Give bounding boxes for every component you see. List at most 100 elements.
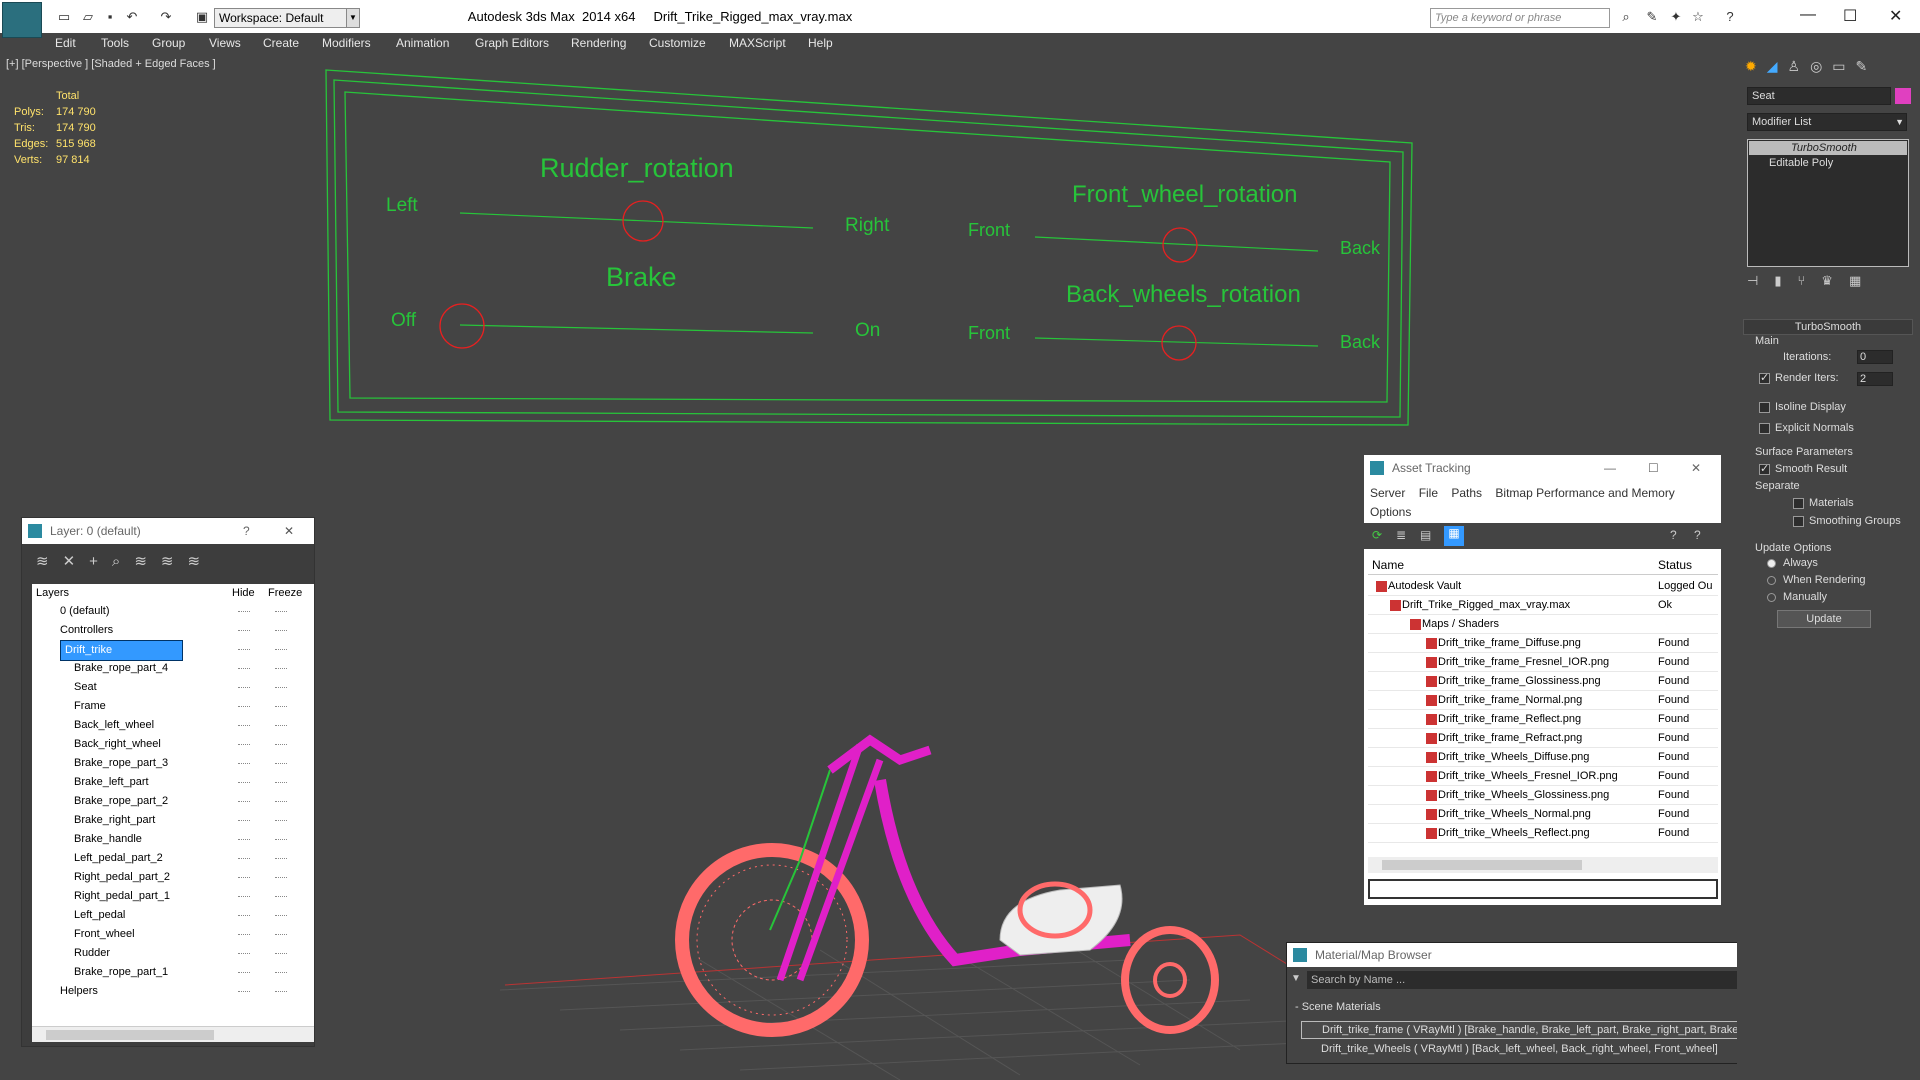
always-radio[interactable] xyxy=(1767,559,1776,568)
layer-scroll-thumb[interactable] xyxy=(46,1030,214,1040)
layer-toolbar[interactable]: ≋✕+⌕≋≋≋ xyxy=(36,552,214,570)
brake-handle[interactable] xyxy=(439,303,485,349)
display-tab-icon[interactable]: ▭ xyxy=(1832,58,1855,74)
create-tab-icon[interactable]: ✹ xyxy=(1745,58,1767,74)
layer-panel-titlebar[interactable]: Layer: 0 (default) ? ✕ xyxy=(22,518,314,544)
freeze-toggle[interactable] xyxy=(275,820,287,821)
layer-row[interactable]: Left_pedal_part_2 xyxy=(32,849,314,868)
layer-row[interactable]: Brake_right_part xyxy=(32,811,314,830)
asset-help2-icon[interactable]: ? xyxy=(1694,528,1701,542)
freeze-toggle[interactable] xyxy=(275,782,287,783)
asset-row[interactable]: Drift_trike_frame_Fresnel_IOR.png Found xyxy=(1368,653,1718,672)
freeze-toggle[interactable] xyxy=(275,877,287,878)
asset-row[interactable]: Maps / Shaders xyxy=(1368,615,1718,634)
asset-path-field[interactable] xyxy=(1368,879,1718,899)
asset-row[interactable]: Drift_trike_Wheels_Glossiness.png Found xyxy=(1368,786,1718,805)
asset-row[interactable]: Drift_trike_Wheels_Fresnel_IOR.png Found xyxy=(1368,767,1718,786)
layer-help-button[interactable]: ? xyxy=(243,518,250,544)
show-end-result-icon[interactable]: ▮ xyxy=(1774,273,1797,288)
layer-row[interactable]: Brake_handle xyxy=(32,830,314,849)
freeze-toggle[interactable] xyxy=(275,896,287,897)
asset-menu-paths[interactable]: Paths xyxy=(1451,486,1482,500)
hide-toggle[interactable] xyxy=(238,915,250,916)
col-status[interactable]: Status xyxy=(1658,555,1692,575)
manually-radio[interactable] xyxy=(1767,593,1776,602)
table-view-icon[interactable]: ▦ xyxy=(1444,526,1464,546)
asset-row[interactable]: Drift_trike_frame_Glossiness.png Found xyxy=(1368,672,1718,691)
layer-row[interactable]: Brake_left_part xyxy=(32,773,314,792)
maximize-button[interactable]: ☐ xyxy=(1843,6,1857,26)
freeze-toggle[interactable] xyxy=(275,611,287,612)
hide-toggle[interactable] xyxy=(238,972,250,973)
object-name-field[interactable]: Seat xyxy=(1747,87,1891,105)
hide-toggle[interactable] xyxy=(238,801,250,802)
smooth-result-checkbox[interactable]: ✓ xyxy=(1759,463,1770,475)
matb-options-icon[interactable]: ▼ xyxy=(1291,973,1301,984)
asset-titlebar[interactable]: Asset Tracking — ☐ ✕ xyxy=(1364,455,1721,481)
hide-toggle[interactable] xyxy=(238,668,250,669)
hide-toggle[interactable] xyxy=(238,934,250,935)
freeze-toggle[interactable] xyxy=(275,839,287,840)
layer-row[interactable]: Brake_rope_part_2 xyxy=(32,792,314,811)
hide-toggle[interactable] xyxy=(238,611,250,612)
freeze-toggle[interactable] xyxy=(275,706,287,707)
freeze-toggle[interactable] xyxy=(275,991,287,992)
layer-row[interactable]: Frame xyxy=(32,697,314,716)
hide-toggle[interactable] xyxy=(238,953,250,954)
asset-menu-options[interactable]: Options xyxy=(1370,505,1411,519)
add-to-layer-icon[interactable]: + xyxy=(89,553,112,570)
isoline-checkbox[interactable] xyxy=(1759,402,1770,413)
command-panel-tabs[interactable]: ✹◢♙◎▭✎ xyxy=(1745,58,1877,75)
hide-toggle[interactable] xyxy=(238,744,250,745)
layer-row[interactable]: Right_pedal_part_1 xyxy=(32,887,314,906)
freeze-toggle[interactable] xyxy=(275,763,287,764)
freeze-toggle[interactable] xyxy=(275,953,287,954)
matb-section-header[interactable]: - Scene Materials xyxy=(1295,1001,1381,1013)
stack-toolbar[interactable]: ⊣▮⑂♛▦ xyxy=(1747,273,1907,293)
iterations-spinner[interactable]: 0 xyxy=(1857,350,1893,364)
freeze-toggle[interactable] xyxy=(275,668,287,669)
pin-stack-icon[interactable]: ⊣ xyxy=(1747,273,1774,288)
asset-help-icon[interactable]: ? xyxy=(1670,528,1677,542)
modifier-stack[interactable]: TurboSmooth Editable Poly xyxy=(1747,139,1909,267)
thumbnail-view-icon[interactable]: ▤ xyxy=(1420,528,1431,542)
asset-row[interactable]: Autodesk Vault Logged Ou xyxy=(1368,577,1718,596)
layer-hscrollbar[interactable] xyxy=(32,1026,314,1042)
col-hide[interactable]: Hide xyxy=(232,584,255,602)
explicit-normals-checkbox[interactable] xyxy=(1759,423,1770,434)
asset-close-button[interactable]: ✕ xyxy=(1691,455,1701,481)
asset-row[interactable]: Drift_trike_frame_Refract.png Found xyxy=(1368,729,1718,748)
asset-scroll-thumb[interactable] xyxy=(1382,860,1582,870)
layer-row[interactable]: Brake_rope_part_4 xyxy=(32,659,314,678)
asset-row[interactable]: Drift_Trike_Rigged_max_vray.max Ok xyxy=(1368,596,1718,615)
modify-tab-icon[interactable]: ◢ xyxy=(1767,58,1788,74)
freeze-toggle[interactable] xyxy=(275,972,287,973)
drift-trike-model[interactable] xyxy=(675,734,1219,1037)
layer-close-button[interactable]: ✕ xyxy=(284,518,294,544)
asset-minimize-button[interactable]: — xyxy=(1604,455,1616,481)
close-button[interactable]: ✕ xyxy=(1889,6,1902,26)
turbosmooth-rollout-header[interactable]: TurboSmooth xyxy=(1743,319,1913,335)
hide-toggle[interactable] xyxy=(238,839,250,840)
layer-row[interactable]: Brake_rope_part_1 xyxy=(32,963,314,982)
layer-row[interactable]: Helpers xyxy=(32,982,314,1001)
asset-row[interactable]: Drift_trike_frame_Reflect.png Found xyxy=(1368,710,1718,729)
back-right-wheel-mesh[interactable] xyxy=(1121,926,1219,1034)
layer-row[interactable]: Right_pedal_part_2 xyxy=(32,868,314,887)
layer-row[interactable]: Back_left_wheel xyxy=(32,716,314,735)
delete-layer-icon[interactable]: ✕ xyxy=(63,553,90,570)
highlight-layer-icon[interactable]: ≋ xyxy=(134,553,161,570)
refresh-icon[interactable]: ⟳ xyxy=(1372,528,1382,542)
layer-row[interactable]: Controllers xyxy=(32,621,314,640)
hide-toggle[interactable] xyxy=(238,782,250,783)
layer-row[interactable]: Seat xyxy=(32,678,314,697)
layer-row[interactable]: Left_pedal xyxy=(32,906,314,925)
layer-row[interactable]: Drift_trike xyxy=(32,640,314,661)
hide-toggle[interactable] xyxy=(238,858,250,859)
modifier-list-dropdown[interactable]: Modifier List ▼ xyxy=(1747,113,1907,131)
layer-row[interactable]: Rudder xyxy=(32,944,314,963)
asset-menu-file[interactable]: File xyxy=(1419,486,1438,500)
stack-item-turbosmooth[interactable]: TurboSmooth xyxy=(1749,141,1907,155)
freeze-toggle[interactable] xyxy=(275,858,287,859)
layer-row[interactable]: Brake_rope_part_3 xyxy=(32,754,314,773)
